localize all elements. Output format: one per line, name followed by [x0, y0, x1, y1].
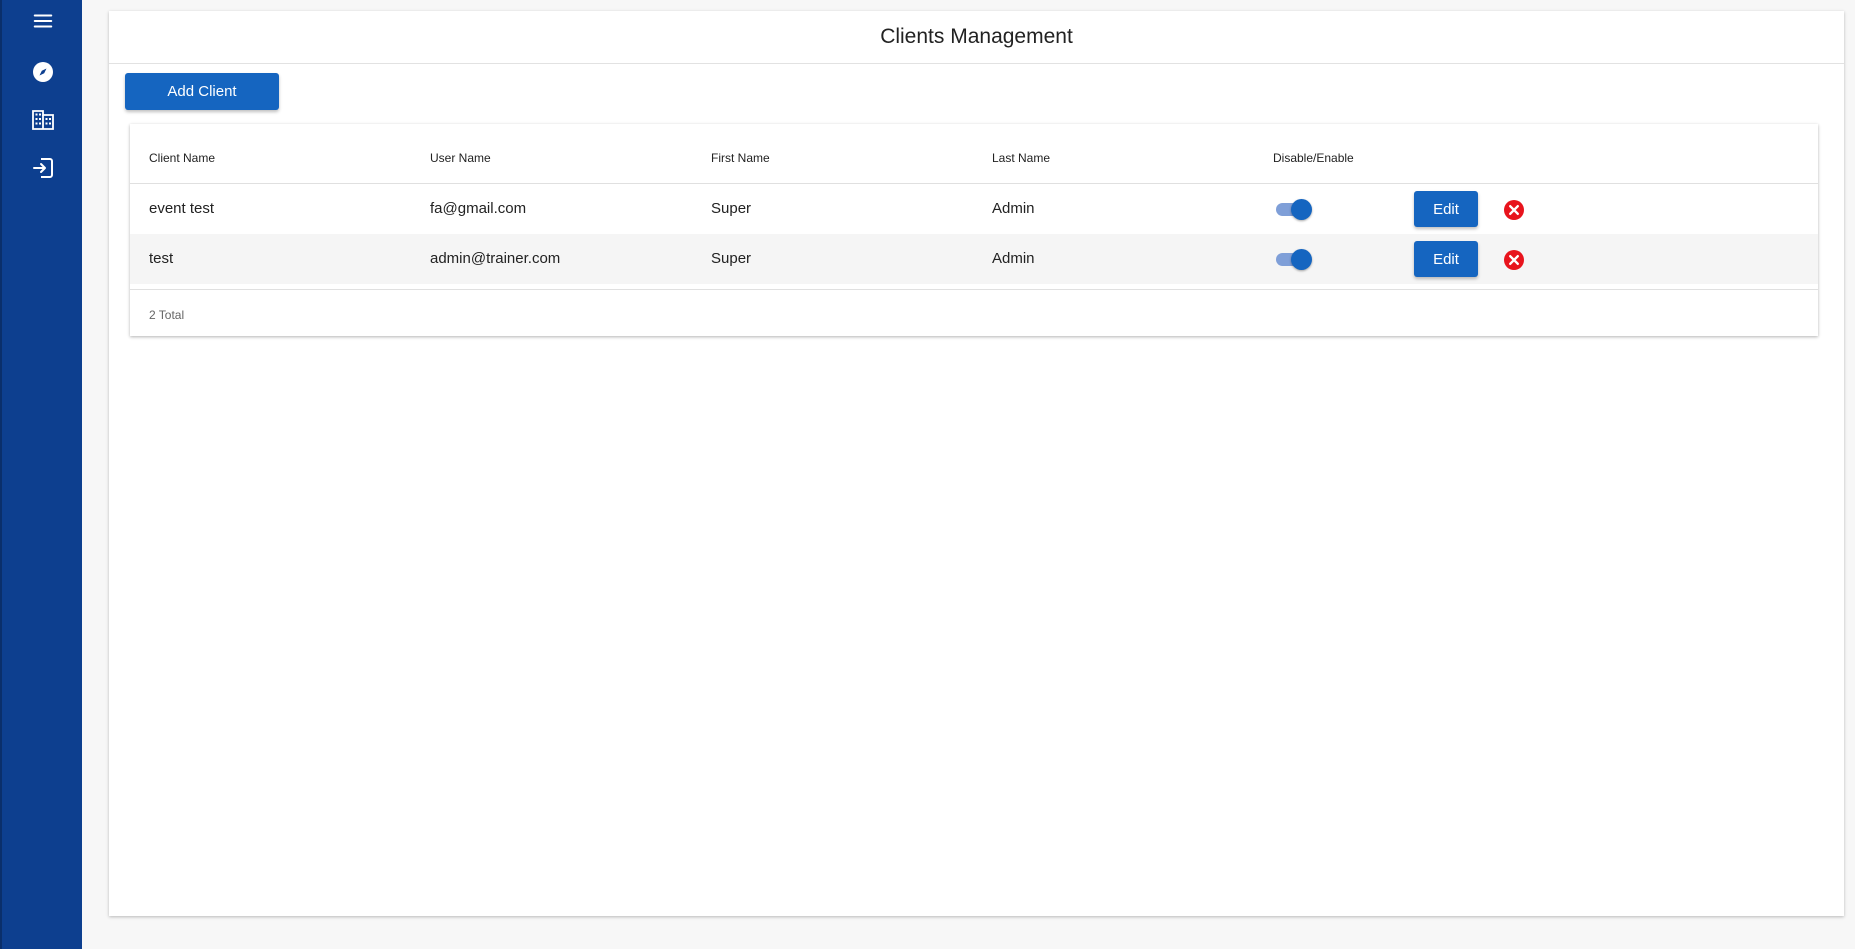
toggle-knob	[1291, 249, 1312, 270]
close-circle-icon	[1504, 200, 1524, 220]
cell-first-name: Super	[711, 200, 752, 217]
table-header: Client Name User Name First Name Last Na…	[130, 124, 1818, 184]
close-circle-icon	[1504, 250, 1524, 270]
clients-card: Clients Management Add Client Client Nam…	[109, 11, 1844, 916]
cell-user-name: admin@trainer.com	[430, 250, 561, 267]
add-client-button[interactable]: Add Client	[125, 73, 279, 110]
menu-icon	[33, 14, 53, 28]
cell-client-name: event test	[149, 200, 215, 217]
sidebar	[0, 0, 82, 949]
header-last-name[interactable]: Last Name	[992, 151, 1050, 165]
enable-toggle[interactable]	[1273, 248, 1313, 270]
clients-table: Client Name User Name First Name Last Na…	[130, 124, 1818, 336]
table-footer: 2 Total	[130, 289, 1818, 336]
sidebar-item-logout[interactable]	[26, 151, 60, 185]
compass-icon	[33, 62, 53, 82]
enable-toggle[interactable]	[1273, 198, 1313, 220]
logout-icon	[33, 158, 53, 178]
header-client-name[interactable]: Client Name	[149, 151, 215, 165]
header-user-name[interactable]: User Name	[430, 151, 491, 165]
edit-button[interactable]: Edit	[1414, 191, 1478, 227]
cell-client-name: test	[149, 250, 174, 267]
building-icon	[32, 110, 54, 130]
cell-last-name: Admin	[992, 250, 1035, 267]
toggle-knob	[1291, 199, 1312, 220]
menu-button[interactable]	[26, 4, 60, 38]
total-count: 2 Total	[149, 308, 185, 322]
edit-button[interactable]: Edit	[1414, 241, 1478, 277]
table-row: event test fa@gmail.com Super Admin Edit	[130, 184, 1818, 234]
table-row: test admin@trainer.com Super Admin Edit	[130, 234, 1818, 284]
delete-button[interactable]	[1503, 199, 1525, 221]
cell-user-name: fa@gmail.com	[430, 200, 527, 217]
sidebar-item-explore[interactable]	[26, 55, 60, 89]
delete-button[interactable]	[1503, 249, 1525, 271]
sidebar-item-clients[interactable]	[26, 103, 60, 137]
header-disable-enable: Disable/Enable	[1273, 151, 1354, 165]
header-first-name[interactable]: First Name	[711, 151, 770, 165]
cell-last-name: Admin	[992, 200, 1035, 217]
page-title: Clients Management	[109, 11, 1844, 64]
cell-first-name: Super	[711, 250, 752, 267]
